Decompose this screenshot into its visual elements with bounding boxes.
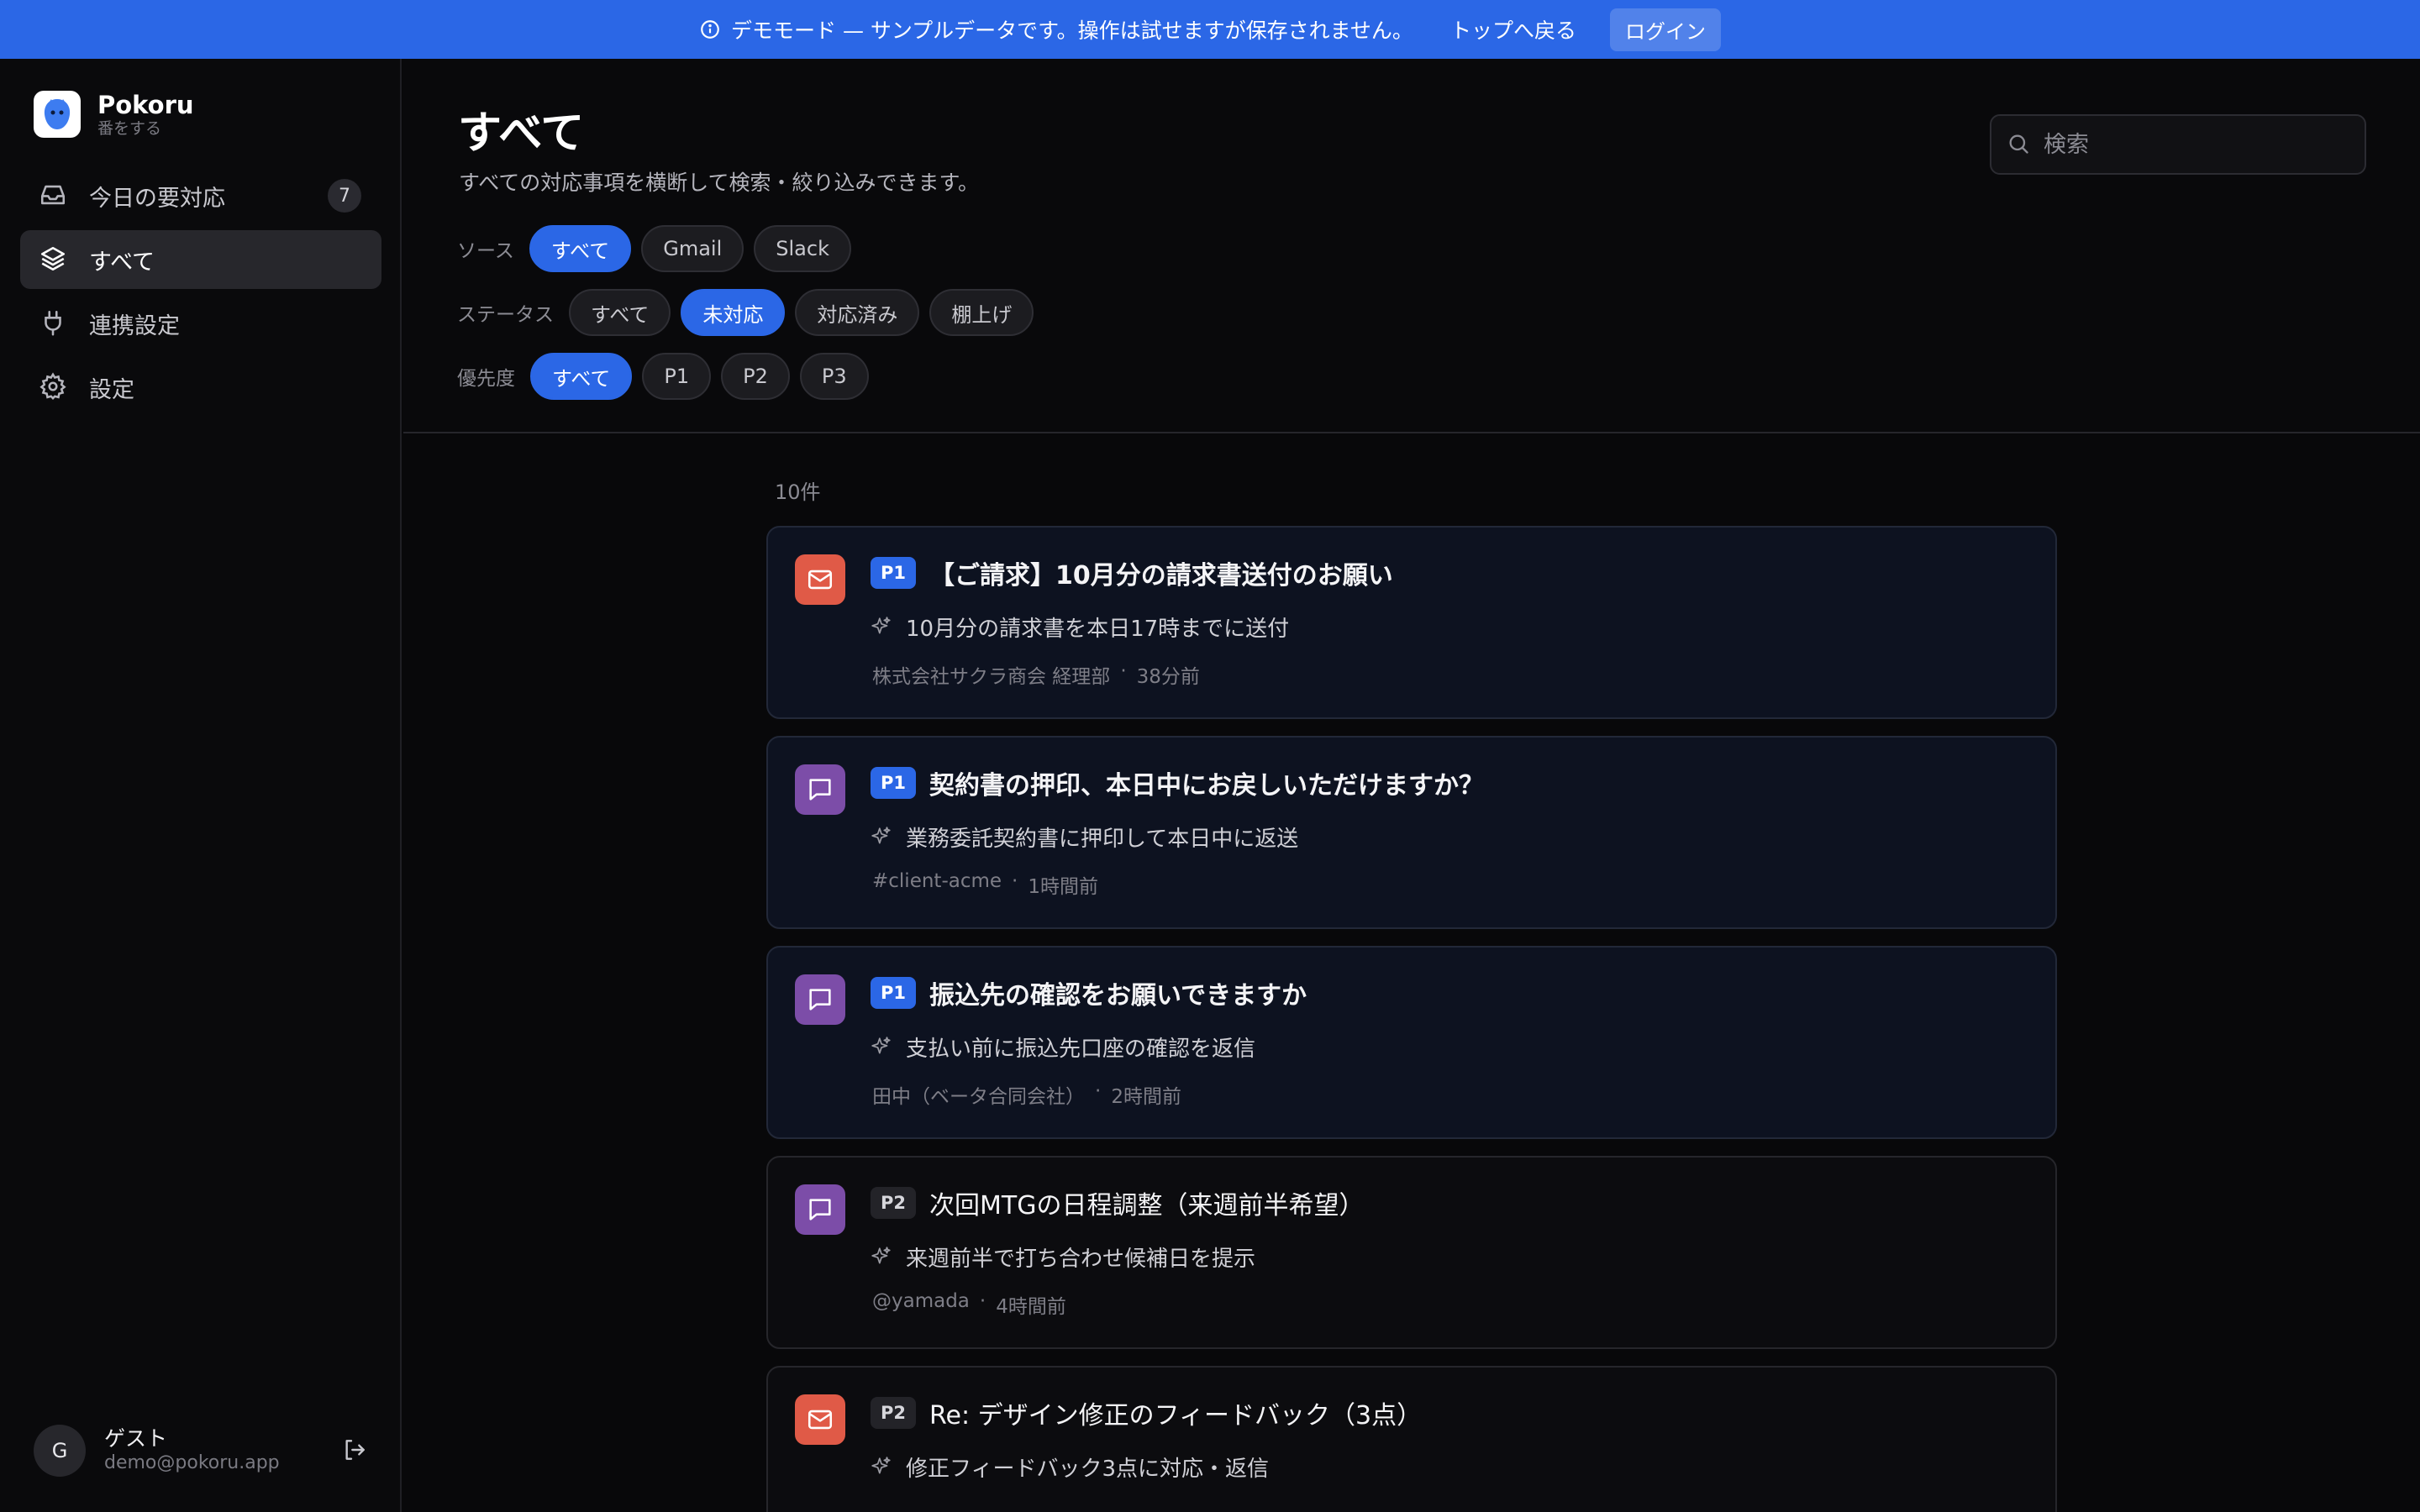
demo-banner: デモモード — サンプルデータです。操作は試せますが保存されません。 トップへ戻…: [0, 0, 2420, 59]
user-email: demo@pokoru.app: [104, 1452, 280, 1473]
sidebar: Pokoru 番をする 今日の要対応 7 すべて 連携設定 設定 G ゲスト d…: [0, 59, 402, 1512]
priority-badge: P1: [871, 767, 917, 799]
sidebar-nav: 今日の要対応 7 すべて 連携設定 設定: [20, 166, 381, 422]
search-box[interactable]: [1990, 114, 2366, 175]
item-from: @yamada: [872, 1290, 970, 1312]
meta-separator: ·: [1095, 1080, 1102, 1102]
gear-icon: [39, 372, 69, 402]
status-chip-all[interactable]: すべて: [569, 289, 671, 336]
priority-chip-p3[interactable]: P3: [799, 353, 869, 400]
item-action: 10月分の請求書を本日17時までに送付: [906, 617, 1290, 642]
sparkle-icon: [871, 1036, 894, 1059]
mail-icon: [795, 1394, 845, 1445]
item-from: 田中（ベータ合同会社）: [872, 1086, 1085, 1108]
sparkle-icon: [871, 616, 894, 639]
back-to-top-link[interactable]: トップへ戻る: [1450, 14, 1576, 45]
source-filter: ソース すべて Gmail Slack: [457, 225, 861, 272]
result-count: 10件: [775, 480, 821, 504]
source-chip-gmail[interactable]: Gmail: [641, 225, 744, 272]
chat-icon: [795, 764, 845, 815]
layers-icon: [39, 244, 69, 275]
source-filter-label: ソース: [457, 240, 514, 262]
login-button[interactable]: ログイン: [1609, 8, 1721, 51]
status-filter-label: ステータス: [457, 304, 554, 326]
status-chip-shelved[interactable]: 棚上げ: [929, 289, 1034, 336]
sparkle-icon: [871, 826, 894, 849]
brand-tagline: 番をする: [97, 119, 162, 138]
item-action: 支払い前に振込先口座の確認を返信: [906, 1037, 1256, 1062]
mail-icon: [795, 554, 845, 605]
priority-filter: 優先度 すべて P1 P2 P3: [457, 353, 879, 400]
sidebar-item-integrations[interactable]: 連携設定: [20, 294, 381, 353]
chat-icon: [795, 974, 845, 1025]
list-item[interactable]: P1 契約書の押印、本日中にお戻しいただけますか？ 業務委託契約書に押印して本日…: [766, 736, 2057, 929]
page-subtitle: すべての対応事項を横断して検索・絞り込みできます。: [459, 171, 980, 195]
priority-chip-all[interactable]: すべて: [530, 353, 633, 400]
priority-badge: P1: [871, 977, 917, 1009]
item-from: 株式会社サクラ商会 経理部: [872, 666, 1111, 688]
info-icon: [699, 18, 721, 40]
user-block: G ゲスト demo@pokoru.app: [34, 1425, 370, 1477]
list-item[interactable]: P1 振込先の確認をお願いできますか 支払い前に振込先口座の確認を返信 田中（ベ…: [766, 946, 2057, 1139]
priority-chip-p1[interactable]: P1: [642, 353, 712, 400]
banner-text: デモモード — サンプルデータです。操作は試せますが保存されません。: [731, 18, 1413, 43]
chat-icon: [795, 1184, 845, 1235]
search-icon: [2007, 132, 2032, 157]
item-time: 4時間前: [996, 1296, 1066, 1318]
item-time: 2時間前: [1111, 1086, 1181, 1108]
meta-separator: ·: [1120, 660, 1127, 682]
brand-name: Pokoru: [97, 91, 194, 119]
status-chip-open[interactable]: 未対応: [681, 289, 786, 336]
priority-badge: P2: [871, 1397, 917, 1429]
sidebar-item-all[interactable]: すべて: [20, 230, 381, 289]
item-time: 38分前: [1136, 666, 1200, 688]
user-name: ゲスト: [104, 1426, 168, 1451]
search-input[interactable]: [2044, 131, 2346, 158]
logo-icon: [34, 91, 81, 138]
priority-badge: P2: [871, 1187, 917, 1219]
sidebar-item-today[interactable]: 今日の要対応 7: [20, 166, 381, 225]
list-item[interactable]: P1 【ご請求】10月分の請求書送付のお願い 10月分の請求書を本日17時までに…: [766, 526, 2057, 719]
item-from: #client-acme: [872, 870, 1002, 892]
meta-separator: ·: [1012, 870, 1018, 892]
sparkle-icon: [871, 1456, 894, 1479]
sidebar-item-label: すべて: [89, 249, 155, 276]
priority-chip-p2[interactable]: P2: [721, 353, 790, 400]
priority-badge: P1: [871, 557, 917, 589]
item-title: 振込先の確認をお願いできますか: [929, 981, 1307, 1011]
avatar[interactable]: G: [34, 1425, 86, 1477]
brand[interactable]: Pokoru 番をする: [34, 91, 194, 138]
source-chip-all[interactable]: すべて: [529, 225, 632, 272]
sidebar-item-label: 連携設定: [89, 312, 180, 339]
item-title: 契約書の押印、本日中にお戻しいただけますか？: [929, 771, 1485, 801]
page-header: すべて すべての対応事項を横断して検索・絞り込みできます。 ソース すべて Gm…: [403, 59, 2420, 433]
today-count-badge: 7: [328, 179, 361, 213]
item-action: 業務委託契約書に押印して本日中に返送: [906, 827, 1299, 852]
item-action: 来週前半で打ち合わせ候補日を提示: [906, 1247, 1256, 1272]
page-title: すべて: [458, 108, 585, 159]
logout-icon[interactable]: [341, 1436, 370, 1465]
status-filter: ステータス すべて 未対応 対応済み 棚上げ: [457, 289, 1044, 336]
item-title: Re: デザイン修正のフィードバック（3点）: [929, 1401, 1423, 1431]
item-title: 【ご請求】10月分の請求書送付のお願い: [929, 561, 1393, 591]
sidebar-item-label: 設定: [89, 376, 134, 403]
source-chip-slack[interactable]: Slack: [754, 225, 851, 272]
item-time: 1時間前: [1028, 876, 1098, 898]
sidebar-item-label: 今日の要対応: [89, 185, 225, 212]
meta-separator: ·: [979, 1290, 986, 1312]
item-action: 修正フィードバック3点に対応・返信: [906, 1457, 1270, 1482]
sidebar-item-settings[interactable]: 設定: [20, 358, 381, 417]
priority-filter-label: 優先度: [457, 368, 515, 390]
list-item[interactable]: P2 Re: デザイン修正のフィードバック（3点） 修正フィードバック3点に対応…: [766, 1366, 2057, 1512]
task-list: P1 【ご請求】10月分の請求書送付のお願い 10月分の請求書を本日17時までに…: [766, 526, 2057, 1512]
item-title: 次回MTGの日程調整（来週前半希望）: [929, 1191, 1365, 1221]
inbox-icon: [39, 181, 69, 211]
list-item[interactable]: P2 次回MTGの日程調整（来週前半希望） 来週前半で打ち合わせ候補日を提示 @…: [766, 1156, 2057, 1349]
plug-icon: [39, 308, 69, 339]
status-chip-done[interactable]: 対応済み: [795, 289, 920, 336]
sparkle-icon: [871, 1246, 894, 1269]
